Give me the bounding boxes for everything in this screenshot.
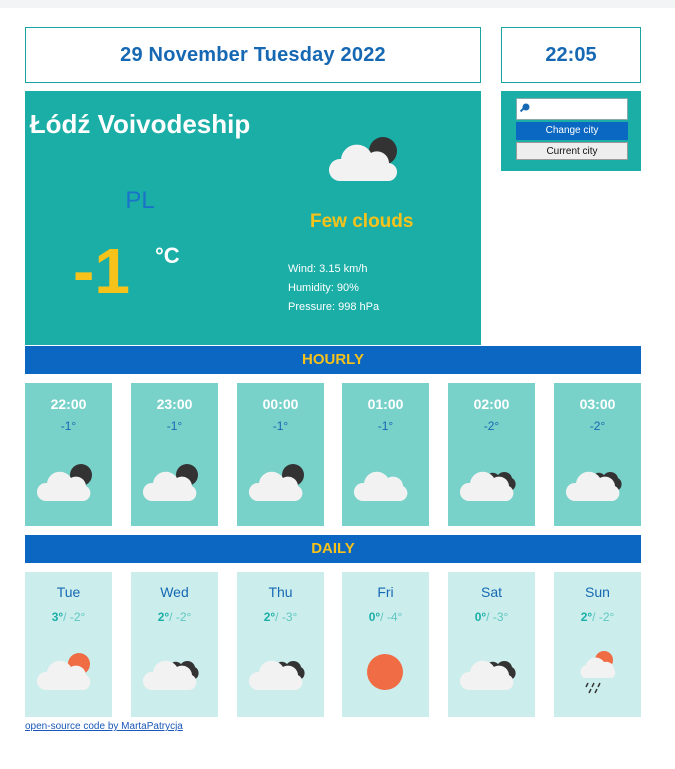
- hour-time: 02:00: [473, 396, 510, 412]
- cloud-night-icon: [141, 459, 207, 512]
- broken-clouds-icon: [141, 648, 207, 701]
- day-max: 3°: [51, 610, 64, 624]
- temperature-unit: °C: [155, 243, 180, 268]
- city-search-input[interactable]: [516, 98, 628, 120]
- day-name: Sat: [480, 584, 502, 600]
- day-name: Thu: [268, 584, 293, 600]
- day-name: Wed: [160, 584, 189, 600]
- current-temperature: -1: [73, 235, 130, 307]
- top-strip: [0, 0, 675, 8]
- hour-time: 03:00: [579, 396, 616, 412]
- city-name: Łódź Voivodeship: [29, 109, 251, 139]
- hourly-card: 00:00 -1°: [237, 383, 324, 526]
- weather-details: Wind: 3.15 km/h Humidity: 90% Pressure: …: [288, 260, 379, 317]
- hour-temp: -1°: [166, 419, 183, 433]
- broken-clouds-icon: [458, 459, 524, 512]
- hour-temp: -1°: [272, 419, 289, 433]
- day-max: 2°: [157, 610, 170, 624]
- daily-card: Sun 2°/ -2°: [554, 572, 641, 717]
- hourly-card: 22:00 -1°: [25, 383, 112, 526]
- daily-card: Sat 0°/ -3°: [448, 572, 535, 717]
- broken-clouds-icon: [564, 459, 630, 512]
- hourly-card: 23:00 -1°: [131, 383, 218, 526]
- cloud-icon: [352, 459, 418, 512]
- change-city-button[interactable]: Change city: [516, 122, 628, 140]
- cloud-night-icon: [325, 129, 407, 194]
- day-temps: 3°/ -2°: [51, 610, 86, 624]
- day-name: Fri: [377, 584, 394, 600]
- day-min: -2°: [69, 610, 86, 624]
- daily-card: Tue 3°/ -2°: [25, 572, 112, 717]
- day-temps: 2°/ -2°: [580, 610, 615, 624]
- wind-text: Wind: 3.15 km/h: [288, 263, 368, 275]
- weather-description: Few clouds: [310, 211, 414, 232]
- source-code-link[interactable]: open-source code by MartaPatrycja: [25, 721, 183, 732]
- daily-card: Wed 2°/ -2°: [131, 572, 218, 717]
- hour-temp: -2°: [483, 419, 500, 433]
- country-code: PL: [125, 187, 155, 214]
- day-min: -3°: [281, 610, 298, 624]
- broken-clouds-icon: [458, 648, 524, 701]
- sun-icon: [352, 648, 418, 701]
- day-temps: 2°/ -2°: [157, 610, 192, 624]
- hour-temp: -1°: [377, 419, 394, 433]
- hour-time: 00:00: [262, 396, 299, 412]
- hour-time: 01:00: [367, 396, 404, 412]
- date-display: 29 November Tuesday 2022: [25, 27, 481, 83]
- day-max: 0°: [368, 610, 381, 624]
- hourly-card: 01:00 -1°: [342, 383, 429, 526]
- hour-time: 22:00: [50, 396, 87, 412]
- day-min: -3°: [492, 610, 509, 624]
- humidity-text: Humidity: 90%: [288, 282, 359, 294]
- day-max: 2°: [263, 610, 276, 624]
- daily-heading: DAILY: [25, 535, 641, 563]
- rain-sun-icon: [564, 648, 630, 701]
- cloud-sun-icon: [35, 648, 101, 701]
- day-name: Tue: [56, 584, 81, 600]
- daily-card: Thu 2°/ -3°: [237, 572, 324, 717]
- hourly-card: 02:00 -2°: [448, 383, 535, 526]
- search-icon: [519, 101, 531, 119]
- hourly-heading: HOURLY: [25, 346, 641, 374]
- day-temps: 2°/ -3°: [263, 610, 298, 624]
- day-min: -2°: [175, 610, 192, 624]
- daily-card: Fri 0°/ -4°: [342, 572, 429, 717]
- hour-temp: -1°: [60, 419, 77, 433]
- day-name: Sun: [585, 584, 610, 600]
- pressure-text: Pressure: 998 hPa: [288, 301, 380, 313]
- day-min: -2°: [598, 610, 615, 624]
- day-temps: 0°/ -3°: [474, 610, 509, 624]
- day-min: -4°: [386, 610, 403, 624]
- day-max: 2°: [580, 610, 593, 624]
- current-city-button[interactable]: Current city: [516, 142, 628, 160]
- day-temps: 0°/ -4°: [368, 610, 403, 624]
- cloud-night-icon: [247, 459, 313, 512]
- hour-time: 23:00: [156, 396, 193, 412]
- broken-clouds-icon: [247, 648, 313, 701]
- hour-temp: -2°: [589, 419, 606, 433]
- hourly-card: 03:00 -2°: [554, 383, 641, 526]
- cloud-night-icon: [35, 459, 101, 512]
- time-display: 22:05: [501, 27, 641, 83]
- city-search-panel: Change city Current city: [501, 91, 641, 171]
- day-max: 0°: [474, 610, 487, 624]
- current-weather-panel: Łódź Voivodeship PL -1 °C Few clouds Win…: [25, 91, 481, 345]
